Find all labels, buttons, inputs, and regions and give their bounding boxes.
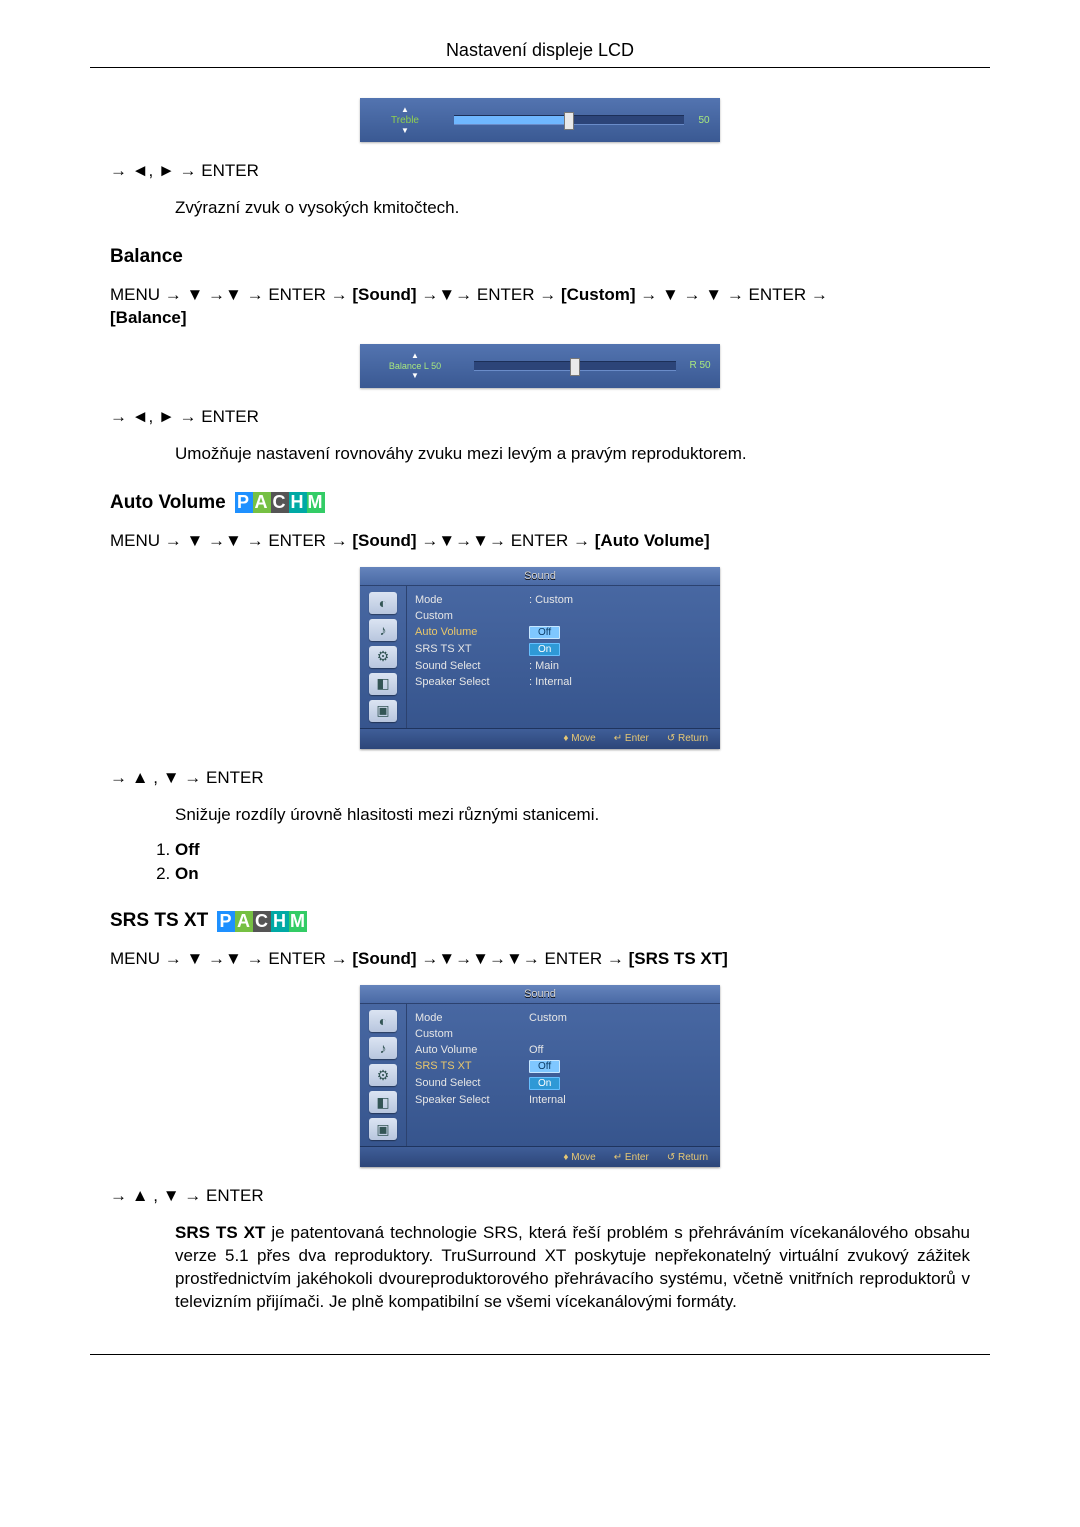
sound-icon: ♪ xyxy=(369,1037,397,1059)
multi-icon: ◧ xyxy=(369,1091,397,1113)
picture-icon: ◐ xyxy=(369,1010,397,1032)
treble-desc: Zvýrazní zvuk o vysokých kmitočtech. xyxy=(175,197,970,220)
hint-move: ♦ Move xyxy=(563,733,595,744)
slider-track xyxy=(474,361,676,371)
slider-track xyxy=(454,115,684,125)
hint-return: ↺ Return xyxy=(667,1152,708,1163)
option-on: On xyxy=(529,643,560,656)
osd-balance-slider: ▲ Balance L 50 ▼ R 50 xyxy=(360,344,720,388)
slider-knob xyxy=(564,112,574,130)
osd-sound-menu-srs: Sound ◐ ♪ ⚙ ◧ ▣ ModeCustom Custom Auto V… xyxy=(360,985,720,1167)
hint-return: ↺ Return xyxy=(667,733,708,744)
srs-nav: → ▲ , ▼ → ENTER xyxy=(110,1185,970,1208)
osd-balance-left-label: Balance L 50 xyxy=(389,361,441,371)
autovol-desc: Snižuje rozdíly úrovně hlasitosti mezi r… xyxy=(175,804,970,827)
srs-heading: SRS TS XT PACHM xyxy=(110,910,970,932)
autovol-heading: Auto Volume PACHM xyxy=(110,492,970,514)
hint-enter: ↵ Enter xyxy=(614,733,649,744)
osd-treble-slider: ▲ Treble ▼ 50 xyxy=(360,98,720,142)
srs-menupath: MENU → ▼ →▼ → ENTER → [Sound] →▼→▼→▼→ EN… xyxy=(110,948,970,971)
page-header: Nastavení displeje LCD xyxy=(90,40,990,68)
setup-icon: ⚙ xyxy=(369,646,397,668)
autovol-options: Off On xyxy=(175,840,970,884)
hint-enter: ↵ Enter xyxy=(614,1152,649,1163)
srs-desc: SRS TS XT je patentovaná technologie SRS… xyxy=(175,1222,970,1314)
balance-desc: Umožňuje nastavení rovnováhy zvuku mezi … xyxy=(175,443,970,466)
up-arrow-icon: ▲ xyxy=(401,106,409,114)
picture-icon: ◐ xyxy=(369,592,397,614)
page-footer-rule xyxy=(90,1354,990,1355)
osd-treble-label: Treble xyxy=(391,115,419,126)
osd-title: Sound xyxy=(360,567,720,586)
option-off: Off xyxy=(529,1060,560,1073)
hint-move: ♦ Move xyxy=(563,1152,595,1163)
slider-knob xyxy=(570,358,580,376)
sound-icon: ♪ xyxy=(369,619,397,641)
autovol-nav: → ▲ , ▼ → ENTER xyxy=(110,767,970,790)
up-arrow-icon: ▲ xyxy=(411,352,419,360)
option-on: On xyxy=(529,1077,560,1090)
down-arrow-icon: ▼ xyxy=(411,372,419,380)
osd-balance-right-label: R 50 xyxy=(680,360,720,371)
down-arrow-icon: ▼ xyxy=(401,127,409,135)
osd-title: Sound xyxy=(360,985,720,1004)
pachm-badge: PACHM xyxy=(235,492,325,512)
osd-treble-value: 50 xyxy=(688,115,720,126)
info-icon: ▣ xyxy=(369,1118,397,1140)
info-icon: ▣ xyxy=(369,700,397,722)
option-off: Off xyxy=(529,626,560,639)
treble-nav: → ◄, ► → ENTER xyxy=(110,160,970,183)
balance-nav: → ◄, ► → ENTER xyxy=(110,406,970,429)
pachm-badge: PACHM xyxy=(217,911,307,931)
setup-icon: ⚙ xyxy=(369,1064,397,1086)
multi-icon: ◧ xyxy=(369,673,397,695)
list-item: On xyxy=(175,864,970,884)
balance-menupath: MENU → ▼ →▼ → ENTER → [Sound] →▼→ ENTER … xyxy=(110,284,970,330)
list-item: Off xyxy=(175,840,970,860)
balance-heading: Balance xyxy=(110,246,970,268)
osd-sound-menu-autovol: Sound ◐ ♪ ⚙ ◧ ▣ Mode: Custom Custom Auto… xyxy=(360,567,720,749)
autovol-menupath: MENU → ▼ →▼ → ENTER → [Sound] →▼→▼→ ENTE… xyxy=(110,530,970,553)
